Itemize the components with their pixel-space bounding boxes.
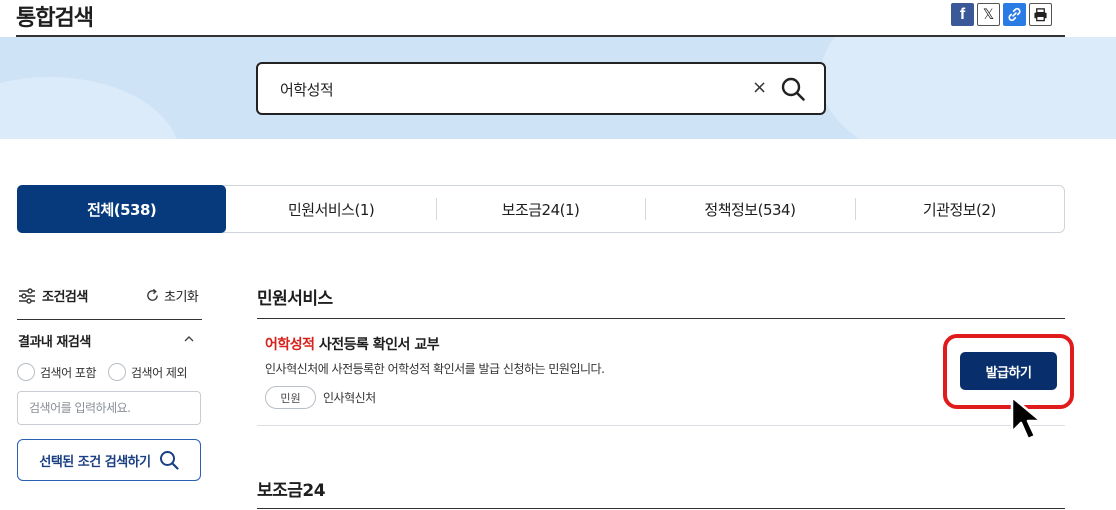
apply-filter-button[interactable]: 선택된 조건 검색하기 xyxy=(17,439,201,481)
tab-agency-info[interactable]: 기관정보(2) xyxy=(854,186,1064,232)
search-icon[interactable] xyxy=(780,76,806,102)
facebook-share-button[interactable]: f xyxy=(951,3,974,26)
x-share-button[interactable]: 𝕏 xyxy=(977,3,1000,26)
facebook-icon: f xyxy=(959,5,966,23)
section-divider xyxy=(257,508,1065,509)
tab-separator xyxy=(645,198,647,220)
apply-filter-label: 선택된 조건 검색하기 xyxy=(39,454,151,470)
tab-civil-service[interactable]: 민원서비스(1) xyxy=(226,186,435,232)
exclude-label: 검색어 제외 xyxy=(131,365,188,380)
tab-label: 민원서비스(1) xyxy=(287,200,375,219)
search-icon xyxy=(159,451,179,470)
issue-button[interactable]: 발급하기 xyxy=(960,352,1057,390)
result-title[interactable]: 어학성적 사전등록 확인서 교부 xyxy=(265,334,440,354)
link-icon xyxy=(1008,7,1021,22)
reset-button[interactable]: 초기화 xyxy=(145,286,199,305)
filter-divider xyxy=(17,319,202,320)
x-icon: 𝕏 xyxy=(982,6,995,23)
category-badge: 민원 xyxy=(265,386,316,409)
include-radio[interactable] xyxy=(17,363,35,381)
refine-title: 결과내 재검색 xyxy=(18,335,91,350)
filter-title: 조건검색 xyxy=(18,286,88,305)
result-description: 인사혁신처에 사전등록한 어학성적 확인서를 발급 신청하는 민원입니다. xyxy=(265,362,605,376)
exclude-option[interactable]: 검색어 제외 xyxy=(108,363,188,381)
tab-subsidy24[interactable]: 보조금24(1) xyxy=(435,186,645,232)
result-tabs: 전체(538) 민원서비스(1) 보조금24(1) 정책정보(534) 기관정보… xyxy=(17,185,1065,233)
mouse-cursor-icon xyxy=(1010,395,1043,441)
tab-label: 기관정보(2) xyxy=(922,200,996,219)
result-divider xyxy=(257,425,1065,426)
refresh-icon xyxy=(147,288,158,301)
reset-label: 초기화 xyxy=(164,290,199,305)
page-title: 통합검색 xyxy=(16,6,94,31)
chevron-up-icon[interactable] xyxy=(183,334,195,344)
search-banner: × xyxy=(0,37,1116,139)
copy-link-button[interactable] xyxy=(1003,3,1026,26)
section-title-civil-service: 민원서비스 xyxy=(257,289,333,309)
tab-label: 전체(538) xyxy=(87,200,157,219)
agency-name: 인사혁신처 xyxy=(323,391,376,405)
tab-separator xyxy=(435,198,437,220)
tab-label: 보조금24(1) xyxy=(501,200,580,219)
include-label: 검색어 포함 xyxy=(40,365,97,380)
search-box: × xyxy=(256,62,826,115)
print-button[interactable] xyxy=(1029,3,1052,26)
sliders-icon xyxy=(19,287,35,304)
result-title-highlight: 어학성적 xyxy=(265,337,315,353)
clear-search-button[interactable]: × xyxy=(752,77,767,98)
printer-icon xyxy=(1034,8,1047,22)
tab-all[interactable]: 전체(538) xyxy=(17,185,227,233)
tab-separator xyxy=(854,198,856,220)
tab-label: 정책정보(534) xyxy=(704,200,796,219)
share-bar: f 𝕏 xyxy=(951,3,1052,26)
filter-title-label: 조건검색 xyxy=(42,290,88,305)
include-option[interactable]: 검색어 포함 xyxy=(17,363,97,381)
section-title-subsidy24: 보조금24 xyxy=(257,481,326,501)
section-divider xyxy=(257,318,1065,319)
refine-search-input[interactable] xyxy=(17,391,201,425)
search-input[interactable] xyxy=(280,76,740,102)
result-title-text: 사전등록 확인서 교부 xyxy=(314,337,440,353)
tab-policy-info[interactable]: 정책정보(534) xyxy=(645,186,854,232)
exclude-radio[interactable] xyxy=(108,363,126,381)
filter-header: 조건검색 초기화 xyxy=(18,286,200,306)
